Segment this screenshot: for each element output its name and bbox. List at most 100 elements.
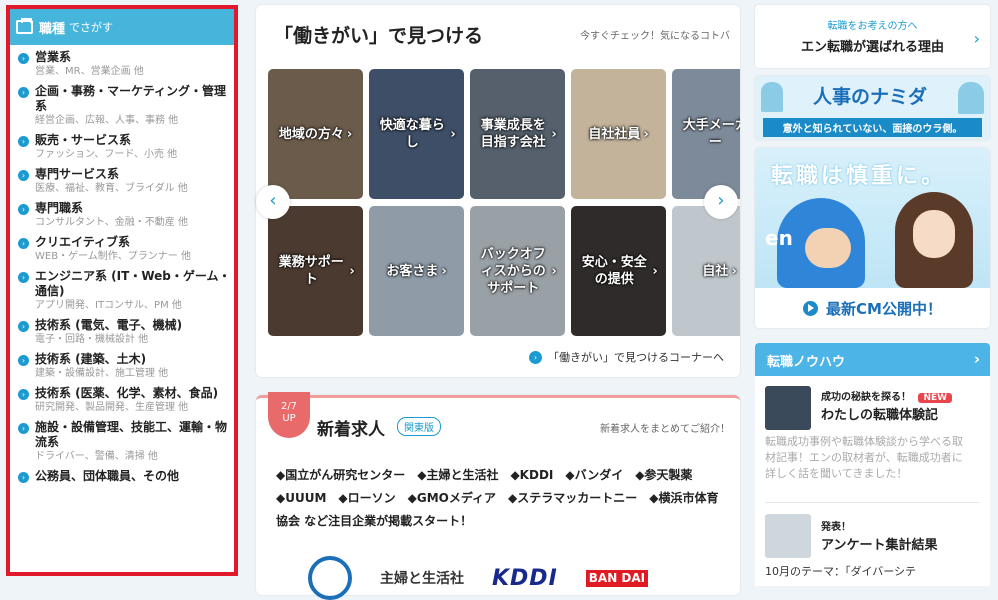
hatarakigai-tile-label: 事業成長を目指す会社 xyxy=(480,118,546,150)
chevron-right-icon: › xyxy=(652,263,658,279)
job-category-title: 職種 xyxy=(39,21,66,37)
chevron-right-icon: › xyxy=(643,126,649,142)
job-category-examples: コンサルタント、金融・不動産 他 xyxy=(35,217,188,228)
job-category-label: 営業系 xyxy=(35,50,72,64)
job-category-item[interactable]: › 技術系 (電気、電子、機械) 電子・回路・機械設計 他 xyxy=(10,313,234,347)
knowhow-body: 成功の秘訣を探る！ NEW わたしの転職体験記 転職成功事例や転職体験談から学べ… xyxy=(755,376,990,586)
knowhow-header[interactable]: 転職ノウハウ › xyxy=(755,343,990,376)
new-jobs-section: 2/7 UP 新着求人 関東版 新着求人をまとめてご紹介！ ◆国立がん研究センタ… xyxy=(256,392,740,600)
chevron-right-icon: › xyxy=(731,263,737,279)
experience-thumbnail xyxy=(765,386,811,430)
job-category-item[interactable]: › 施設・設備管理、技能工、運輸・物流系ドライバー、警備、清掃 他 xyxy=(10,415,234,464)
hatarakigai-tile[interactable]: 快適な暮らし › xyxy=(369,69,464,199)
job-category-label: 専門職系 xyxy=(35,201,84,215)
why-en-banner[interactable]: 転職をお考えの方へ エン転職が選ばれる理由 › xyxy=(755,5,990,68)
hatarakigai-tile[interactable]: 自社社員 › xyxy=(571,69,666,199)
survey-pre: 発表！ xyxy=(821,522,851,533)
job-category-examples: アプリ開発、ITコンサル、PM 他 xyxy=(35,300,182,311)
chevron-right-icon: › xyxy=(18,238,29,249)
cm-cta[interactable]: 最新CM公開中！ xyxy=(755,288,990,328)
experience-pre: 成功の秘訣を探る！ NEW xyxy=(821,388,953,403)
actress-image xyxy=(895,192,973,288)
hatarakigai-tile[interactable]: お客さま › xyxy=(369,206,464,336)
chevron-right-icon: › xyxy=(346,126,353,142)
chevron-right-icon: › xyxy=(18,423,29,434)
hatarakigai-tile-label: 地域の方々 xyxy=(278,126,344,142)
job-category-item[interactable]: › 販売・サービス系 ファッション、フード、小売 他 xyxy=(10,128,234,162)
job-category-item[interactable]: › 技術系 (建築、土木) 建築・設備設計、施工管理 他 xyxy=(10,347,234,381)
job-category-label: クリエイティブ系 xyxy=(35,235,131,249)
hatarakigai-tile[interactable]: 自社 › xyxy=(672,206,740,336)
carousel-prev-button[interactable]: ‹ xyxy=(256,185,290,219)
job-category-examples: 研究開発、製品開発、生産管理 他 xyxy=(35,402,189,413)
job-category-item[interactable]: › 企画・事務・マーケティング・管理系 経営企画、広報、人事、事務 他 xyxy=(10,79,234,128)
new-jobs-companies: ◆国立がん研究センター ◆主婦と生活社 ◆KDDI ◆バンダイ ◆参天製薬 ◆U… xyxy=(276,468,719,528)
hatarakigai-corner-link[interactable]: › 「働きがい」で見つけるコーナーへ xyxy=(529,349,724,365)
why-en-small: 転職をお考えの方へ xyxy=(827,21,918,32)
job-category-examples: ファッション、フード、小売 他 xyxy=(35,149,178,160)
job-category-label: 技術系 (医薬、化学、素材、食品) xyxy=(35,386,219,400)
experience-desc: 転職成功事例や転職体験談から学べる取材記事！エンの取材者が、転職成功者に詳しく話… xyxy=(765,435,963,480)
knowhow-section: 転職ノウハウ › 成功の秘訣を探る！ NEW わたしの転職体験記 転職成功事例や… xyxy=(755,343,990,586)
new-badge: NEW xyxy=(918,393,953,403)
hatarakigai-tile-label: バックオフィスからのサポート xyxy=(480,246,546,296)
job-category-examples: 経営企画、広報、人事、事務 他 xyxy=(35,115,179,126)
update-badge: 2/7 UP xyxy=(268,392,310,438)
job-category-examples: WEB・ゲーム制作、プランナー 他 xyxy=(35,251,191,262)
hatarakigai-title: 「働きがい」で見つける xyxy=(274,25,484,47)
job-category-item[interactable]: › エンジニア系 (IT・Web・ゲーム・通信) アプリ開発、ITコンサル、PM 他 xyxy=(10,264,234,313)
hatarakigai-tile[interactable]: バックオフィスからのサポート › xyxy=(470,206,565,336)
chevron-right-icon: › xyxy=(349,263,355,279)
hatarakigai-tile[interactable]: 事業成長を目指す会社 › xyxy=(470,69,565,199)
hatarakigai-tile-label: 安心・安全の提供 xyxy=(581,255,647,287)
chevron-right-icon: › xyxy=(973,29,980,48)
namida-title: 人事のナミダ xyxy=(813,86,928,108)
job-category-header: 職種 でさがす xyxy=(10,9,234,45)
ncc-logo[interactable] xyxy=(308,556,352,600)
job-category-panel: 職種 でさがす › 営業系 営業、MR、営業企画 他 › 企画・事務・マーケティング・管… xyxy=(6,5,238,576)
hatarakigai-tile-label: お客さま xyxy=(386,263,439,279)
job-category-item[interactable]: › 専門サービス系 医療、福祉、教育、ブライダル 他 xyxy=(10,162,234,196)
experience-pre-text: 成功の秘訣を探る！ xyxy=(821,392,911,403)
job-category-examples: 医療、福祉、教育、ブライダル 他 xyxy=(35,183,188,194)
chevron-right-icon: › xyxy=(18,204,29,215)
job-category-title-suffix: でさがす xyxy=(69,21,114,34)
job-category-item[interactable]: › 技術系 (医薬、化学、素材、食品) 研究開発、製品開発、生産管理 他 xyxy=(10,381,234,415)
bandai-logo[interactable]: BAN DAI xyxy=(585,569,649,587)
company-logos: 主婦と生活社 KDDI BAN DAI xyxy=(308,556,649,600)
job-category-label: 公務員、団体職員、その他 xyxy=(35,469,180,483)
chevron-right-icon: › xyxy=(18,321,29,332)
hatarakigai-check-text: 今すぐチェック！気になるコトバ xyxy=(580,31,730,42)
illustration-person-icon xyxy=(958,82,984,114)
hatarakigai-tile[interactable]: 大手メーカー› xyxy=(672,69,740,199)
job-category-item[interactable]: › 公務員、団体職員、その他 xyxy=(10,464,234,484)
job-category-item[interactable]: › 専門職系コンサルタント、金融・不動産 他 xyxy=(10,196,234,230)
job-category-label: 販売・サービス系 xyxy=(35,133,132,147)
survey-desc: 10月のテーマ：「ダイバーシテ xyxy=(765,565,917,578)
chevron-right-icon: › xyxy=(529,350,542,364)
experience-title: わたしの転職体験記 xyxy=(821,408,939,423)
survey-title: アンケート集計結果 xyxy=(821,538,938,553)
chevron-right-icon: › xyxy=(973,350,980,368)
job-category-item[interactable]: › クリエイティブ系 WEB・ゲーム制作、プランナー 他 xyxy=(10,230,234,264)
hatarakigai-tile-label: 自社社員 xyxy=(588,126,641,142)
survey-thumbnail xyxy=(765,514,811,558)
hatarakigai-tile[interactable]: 地域の方々 › xyxy=(268,69,363,199)
chevron-right-icon: › xyxy=(18,355,29,366)
shufu-logo[interactable]: 主婦と生活社 xyxy=(380,568,464,588)
kddi-logo[interactable]: KDDI xyxy=(492,566,558,591)
job-category-label: 施設・設備管理、技能工、運輸・物流系 xyxy=(35,420,228,449)
job-category-examples: ドライバー、警備、清掃 他 xyxy=(35,451,158,462)
why-en-title: エン転職が選ばれる理由 xyxy=(800,40,944,55)
jinji-namida-banner[interactable]: 人事のナミダ 意外と知られていない、面接のウラ側。 xyxy=(755,76,990,140)
carousel-next-button[interactable]: › xyxy=(704,185,738,219)
job-category-label: 専門サービス系 xyxy=(35,167,120,181)
job-category-item[interactable]: › 営業系 営業、MR、営業企画 他 xyxy=(10,45,234,79)
hatarakigai-tile[interactable]: 業務サポート › xyxy=(268,206,363,336)
new-jobs-title: 新着求人 xyxy=(317,420,385,440)
en-logo: en xyxy=(765,226,793,250)
job-category-examples: 建築・設備設計、施工管理 他 xyxy=(35,368,169,379)
region-badge[interactable]: 関東版 xyxy=(397,417,441,436)
hatarakigai-tile[interactable]: 安心・安全の提供 › xyxy=(571,206,666,336)
cm-banner[interactable]: 転職は慎重に。 en 最新CM公開中！ xyxy=(755,148,990,328)
